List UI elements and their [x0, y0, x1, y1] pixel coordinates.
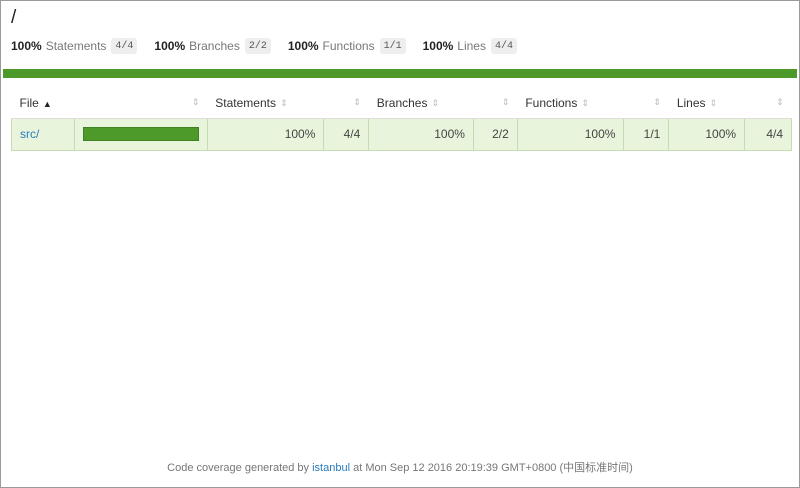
page-title: / — [11, 7, 17, 28]
column-header-file-bar[interactable]: ⇕ — [74, 88, 208, 119]
sort-both-icon: ⇕ — [431, 98, 440, 109]
functions-pct-cell: 100% — [516, 117, 625, 151]
statements-fraction-cell: 4/4 — [323, 117, 370, 151]
summary-statements: 100% Statements 4/4 — [11, 38, 138, 54]
column-header-statements-label: Statements — [215, 95, 276, 110]
summary-functions-label: Functions — [322, 39, 375, 53]
column-header-branches-raw[interactable]: ⇕ — [473, 88, 518, 119]
lines-fraction-cell: 4/4 — [744, 117, 792, 151]
summary-functions: 100% Functions 1/1 — [288, 38, 406, 54]
sort-both-icon: ⇕ — [191, 97, 200, 107]
column-header-statements-raw[interactable]: ⇕ — [323, 88, 369, 119]
column-header-lines[interactable]: Lines ⇕ — [668, 88, 745, 119]
summary-branches: 100% Branches 2/2 — [154, 38, 271, 54]
column-header-lines-label: Lines — [676, 95, 706, 110]
column-header-functions-raw[interactable]: ⇕ — [623, 88, 669, 119]
sort-both-icon: ⇕ — [775, 97, 784, 107]
summary-functions-fraction: 1/1 — [379, 38, 406, 54]
coverage-table: File ▲ ⇕ Statements ⇕ ⇕ Branches ⇕ ⇕ Fun… — [11, 88, 792, 151]
sort-up-icon: ▲ — [42, 98, 52, 109]
branches-pct-cell: 100% — [368, 117, 474, 151]
sort-both-icon: ⇕ — [653, 97, 661, 107]
summary-branches-pct: 100% — [154, 39, 186, 53]
sort-both-icon: ⇕ — [581, 98, 589, 109]
page-footer: Code coverage generated by istanbul at M… — [1, 459, 799, 475]
lines-pct-cell: 100% — [668, 117, 746, 151]
coverage-status-bar — [3, 69, 797, 78]
coverage-summary: 100% Statements 4/4 100% Branches 2/2 10… — [11, 37, 534, 55]
istanbul-link[interactable]: istanbul — [312, 462, 350, 474]
summary-functions-pct: 100% — [287, 39, 319, 53]
sort-both-icon: ⇕ — [279, 98, 288, 109]
table-row: src/ 100% 4/4 100% 2/2 100% 1/1 100% 4/4 — [11, 117, 792, 151]
column-header-statements[interactable]: Statements ⇕ — [207, 88, 324, 119]
coverage-report-page: / 100% Statements 4/4 100% Branches 2/2 … — [0, 0, 800, 488]
column-header-branches-label: Branches — [376, 95, 428, 110]
summary-lines-pct: 100% — [422, 39, 454, 53]
column-header-file-label: File — [19, 95, 39, 110]
summary-lines: 100% Lines 4/4 — [423, 38, 517, 54]
column-header-branches[interactable]: Branches ⇕ — [368, 88, 474, 119]
column-header-functions-label: Functions — [525, 95, 578, 110]
file-link[interactable]: src/ — [20, 127, 39, 141]
footer-suffix: at Mon Sep 12 2016 20:19:39 GMT+0800 (中国… — [350, 462, 633, 474]
summary-statements-pct: 100% — [11, 39, 42, 53]
summary-lines-fraction: 4/4 — [490, 38, 517, 54]
column-header-lines-raw[interactable]: ⇕ — [744, 88, 792, 119]
sort-both-icon: ⇕ — [709, 98, 718, 109]
column-header-file[interactable]: File ▲ — [11, 88, 75, 119]
summary-branches-fraction: 2/2 — [244, 38, 271, 54]
column-header-functions[interactable]: Functions ⇕ — [517, 88, 624, 119]
summary-branches-label: Branches — [189, 39, 240, 53]
summary-statements-fraction: 4/4 — [111, 38, 138, 54]
summary-lines-label: Lines — [457, 39, 486, 53]
statements-pct-cell: 100% — [206, 117, 325, 151]
functions-fraction-cell: 1/1 — [623, 117, 670, 151]
footer-prefix: Code coverage generated by — [167, 462, 313, 474]
summary-statements-label: Statements — [45, 39, 107, 53]
branches-fraction-cell: 2/2 — [472, 117, 518, 151]
table-header-row: File ▲ ⇕ Statements ⇕ ⇕ Branches ⇕ ⇕ Fun… — [11, 88, 792, 119]
sort-both-icon: ⇕ — [353, 97, 361, 107]
coverage-bar-cell — [73, 117, 208, 151]
sort-both-icon: ⇕ — [501, 97, 510, 107]
file-cell: src/ — [11, 117, 75, 151]
coverage-bar — [82, 127, 199, 141]
